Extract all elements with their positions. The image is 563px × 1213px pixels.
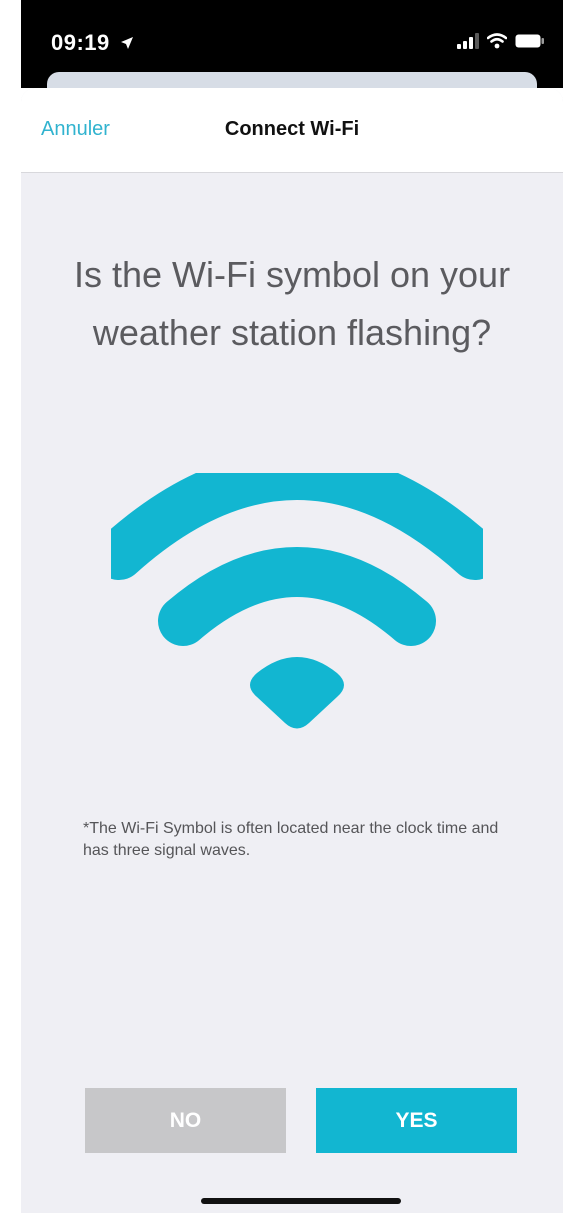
home-indicator[interactable] [201,1198,401,1204]
location-arrow-icon [121,37,134,49]
no-button[interactable]: NO [85,1088,286,1153]
phone-frame: 09:19 Annuler Connect Wi-Fi Is the Wi-Fi… [21,0,563,1213]
wifi-symbol-icon [111,473,483,729]
question-heading: Is the Wi-Fi symbol on your weather stat… [73,254,511,353]
battery-icon [515,34,544,48]
hint-note: *The Wi-Fi Symbol is often located near … [83,820,499,859]
status-time-text: 09:19 [51,30,110,55]
wifi-status-icon [487,33,507,49]
page-title: Connect Wi-Fi [224,118,360,140]
status-icons [457,30,545,52]
connect-wifi-sheet: Annuler Connect Wi-Fi Is the Wi-Fi symbo… [21,88,563,1213]
status-time: 09:19 [51,30,134,56]
yes-button[interactable]: YES [316,1088,517,1153]
screen: 09:19 Annuler Connect Wi-Fi Is the Wi-Fi… [0,0,563,1213]
cellular-signal-icon [457,33,479,49]
navigation-bar: Annuler Connect Wi-Fi [21,88,563,173]
